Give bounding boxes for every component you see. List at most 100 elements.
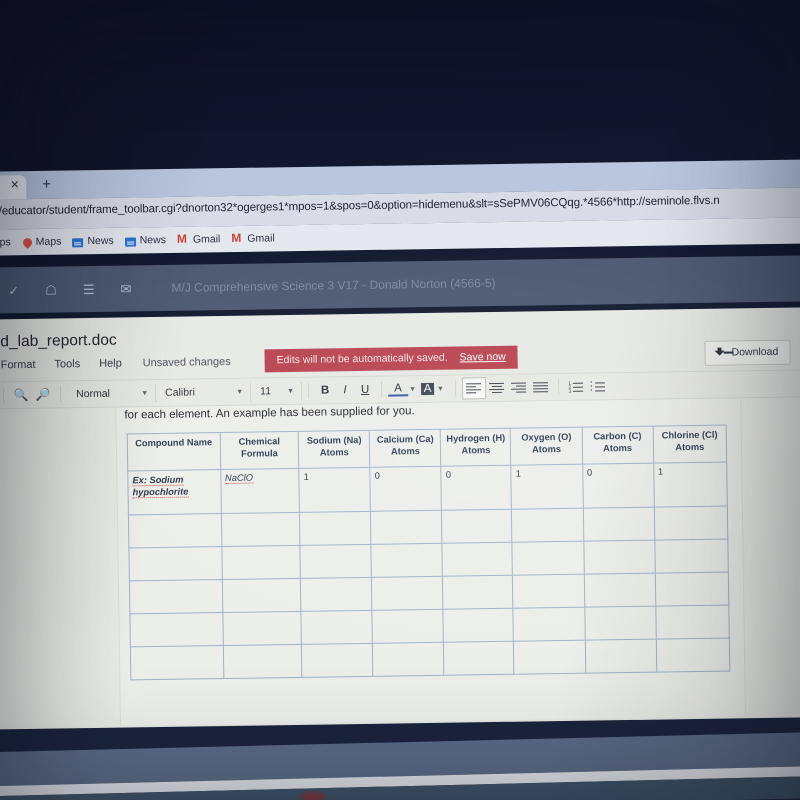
cell-hydrogen[interactable]: [443, 641, 515, 676]
unsaved-changes-banner: Edits will not be automatically saved. S…: [264, 345, 518, 373]
cell-carbon[interactable]: [582, 507, 655, 542]
cell-oxygen[interactable]: [512, 574, 585, 609]
cell-chemical-formula[interactable]: [221, 545, 301, 580]
cell-hydrogen[interactable]: [442, 542, 513, 577]
align-justify-icon[interactable]: [530, 377, 552, 397]
docs-viewer: d_lab_report.doc Format Tools Help Unsav…: [0, 306, 800, 730]
bookmark-maps-2[interactable]: Maps: [20, 235, 62, 249]
highlight-color-icon[interactable]: A: [420, 382, 435, 396]
bookmark-label: Gmail: [247, 232, 275, 245]
column-header-calcium: Calcium (Ca) Atoms: [369, 429, 442, 468]
cell-calcium[interactable]: [371, 543, 443, 578]
menu-format[interactable]: Format: [1, 359, 36, 372]
italic-button[interactable]: I: [335, 384, 355, 396]
cell-chemical-formula[interactable]: [222, 578, 302, 613]
cell-sodium[interactable]: [300, 544, 372, 579]
paragraph-style-value: Normal: [76, 387, 111, 401]
bookmark-gmail-2[interactable]: M Gmail: [231, 230, 275, 246]
cell-oxygen[interactable]: [511, 508, 584, 543]
chevron-down-icon: ▼: [287, 387, 295, 395]
underline-button[interactable]: U: [355, 384, 375, 396]
cell-chlorine[interactable]: [654, 539, 729, 574]
column-header-oxygen: Oxygen (O) Atoms: [510, 427, 583, 466]
check-icon[interactable]: ✓: [8, 283, 19, 298]
menu-help[interactable]: Help: [99, 358, 122, 370]
cell-chlorine[interactable]: 1: [653, 462, 728, 508]
zoom-out-icon[interactable]: 🔎: [32, 385, 54, 405]
cell-oxygen[interactable]: [513, 607, 585, 642]
menu-tools[interactable]: Tools: [54, 358, 80, 370]
cell-carbon[interactable]: [584, 639, 657, 674]
cell-chlorine[interactable]: [654, 506, 728, 541]
font-family-value: Calibri: [165, 386, 195, 399]
docs-menubar: Format Tools Help: [1, 358, 122, 372]
cell-chemical-formula[interactable]: NaClO: [220, 468, 300, 514]
cell-hydrogen[interactable]: 0: [441, 465, 512, 511]
cell-compound-name[interactable]: [129, 579, 223, 614]
cell-oxygen[interactable]: [513, 640, 586, 675]
document-page: for each element. An example has been su…: [115, 398, 746, 726]
download-button[interactable]: Download: [704, 339, 791, 366]
gmail-icon: M: [231, 230, 242, 246]
cell-sodium[interactable]: [299, 511, 372, 546]
font-size-dropdown[interactable]: 11 ▼: [250, 381, 303, 402]
cell-hydrogen[interactable]: [441, 509, 513, 544]
cell-calcium[interactable]: [371, 576, 444, 611]
bold-button[interactable]: B: [315, 384, 335, 396]
cell-hydrogen[interactable]: [443, 608, 514, 643]
cell-sodium[interactable]: [300, 577, 373, 612]
cell-sodium[interactable]: [301, 643, 374, 678]
cell-chlorine[interactable]: [655, 572, 729, 607]
align-right-icon[interactable]: [508, 377, 530, 397]
cell-calcium[interactable]: 0: [370, 466, 442, 512]
cell-carbon[interactable]: 0: [582, 463, 655, 509]
cell-compound-name[interactable]: [128, 513, 222, 548]
cell-chlorine[interactable]: [655, 638, 730, 673]
font-family-dropdown[interactable]: Calibri ▼: [155, 382, 252, 403]
chevron-down-icon: ▼: [236, 388, 244, 396]
cell-sodium[interactable]: 1: [299, 467, 371, 513]
chevron-down-icon[interactable]: ▼: [409, 386, 416, 393]
bookmark-gmail-1[interactable]: M Gmail: [177, 232, 221, 246]
mail-icon[interactable]: ✉: [120, 281, 131, 296]
cell-carbon[interactable]: [583, 573, 656, 608]
cell-compound-name[interactable]: Ex: Sodium hypochlorite: [127, 469, 222, 515]
cell-sodium[interactable]: [301, 610, 373, 645]
home-icon[interactable]: ☖: [45, 282, 57, 297]
cell-calcium[interactable]: [372, 642, 445, 677]
bulleted-list-icon[interactable]: • • •: [587, 376, 609, 396]
close-icon[interactable]: ✕: [10, 179, 19, 191]
plus-icon[interactable]: +: [42, 176, 51, 193]
zoom-in-icon[interactable]: 🔍: [10, 385, 32, 405]
cell-chemical-formula[interactable]: [222, 611, 302, 646]
cell-calcium[interactable]: [372, 609, 444, 644]
align-center-icon[interactable]: [486, 378, 508, 398]
bookmark-news-1[interactable]: News: [72, 235, 114, 248]
banner-message: Edits will not be automatically saved.: [276, 351, 448, 367]
cell-carbon[interactable]: [584, 606, 656, 641]
cell-hydrogen[interactable]: [442, 575, 514, 610]
cell-chlorine[interactable]: [655, 605, 730, 640]
text-color-icon[interactable]: A: [387, 382, 409, 397]
chevron-down-icon[interactable]: ▼: [437, 385, 444, 392]
paragraph-style-dropdown[interactable]: Normal ▼: [66, 383, 157, 404]
menu-icon[interactable]: ☰: [83, 281, 95, 296]
save-now-link[interactable]: Save now: [460, 351, 506, 364]
bookmark-maps-1[interactable]: Maps: [0, 236, 11, 249]
cell-calcium[interactable]: [370, 510, 443, 545]
column-header-hydrogen: Hydrogen (H) Atoms: [440, 428, 512, 467]
bookmark-label: Maps: [35, 235, 62, 248]
cell-chemical-formula[interactable]: [221, 512, 301, 547]
cell-oxygen[interactable]: [512, 541, 584, 576]
font-size-value: 11: [260, 385, 272, 398]
cell-compound-name[interactable]: [128, 546, 223, 581]
numbered-list-icon[interactable]: 123: [565, 377, 587, 397]
cell-compound-name[interactable]: [129, 612, 223, 647]
cell-compound-name[interactable]: [130, 645, 224, 680]
align-left-icon[interactable]: [461, 377, 487, 400]
bookmark-news-2[interactable]: News: [124, 234, 166, 247]
cell-chemical-formula[interactable]: [222, 644, 303, 679]
cell-oxygen[interactable]: 1: [511, 464, 583, 510]
column-header-compound-name: Compound Name: [127, 432, 221, 471]
cell-carbon[interactable]: [583, 540, 656, 575]
